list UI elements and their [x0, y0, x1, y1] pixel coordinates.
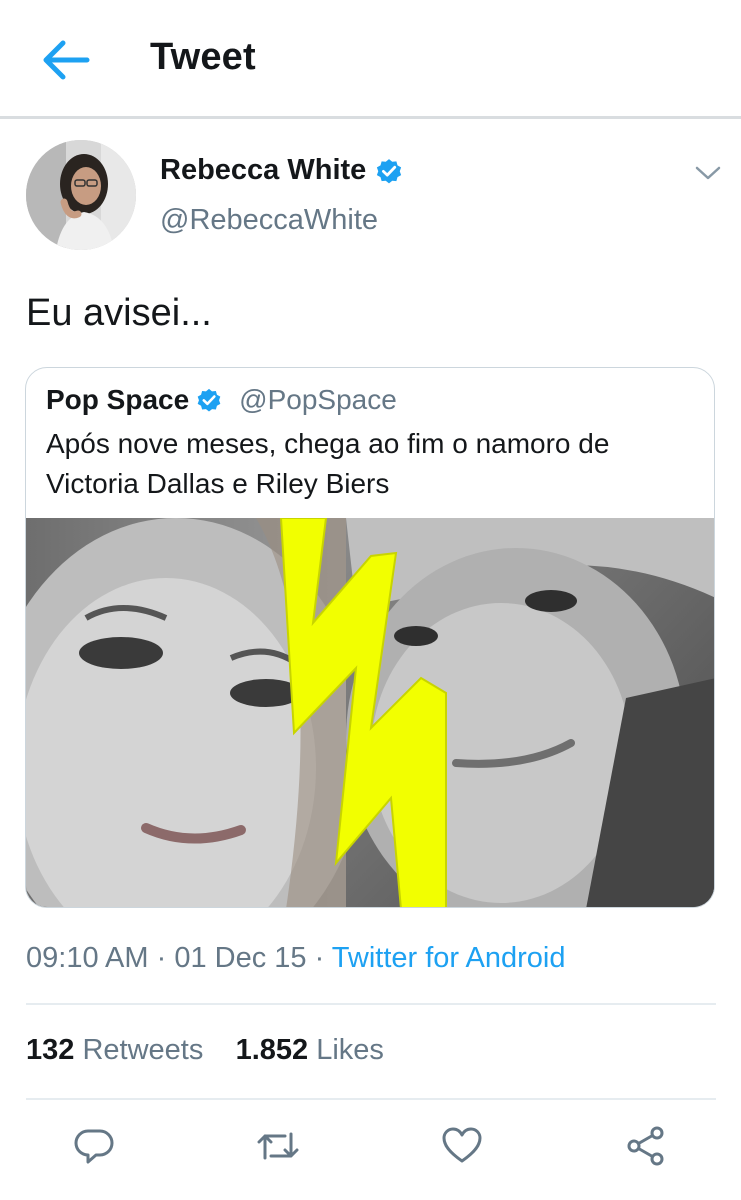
tweet-date: 01 Dec 15 [174, 942, 307, 974]
author-handle[interactable]: @RebeccaWhite [160, 204, 378, 237]
like-icon [442, 1127, 482, 1163]
avatar[interactable] [26, 140, 136, 250]
retweet-button[interactable] [248, 1118, 308, 1174]
action-bar [0, 1118, 741, 1178]
tweet-source-link[interactable]: Twitter for Android [332, 942, 566, 974]
meta-separator: · [306, 942, 332, 974]
divider [26, 1098, 716, 1100]
meta-separator: · [148, 942, 175, 974]
reply-button[interactable] [64, 1118, 124, 1174]
tweet-timestamp: 09:10 AM · 01 Dec 15 · Twitter for Andro… [26, 942, 565, 975]
share-icon [627, 1126, 664, 1166]
like-button[interactable] [432, 1118, 492, 1174]
author-name[interactable]: Rebecca White [160, 154, 404, 187]
quoted-author-name: Pop Space [46, 384, 190, 415]
likes-count: 1.852 [235, 1034, 309, 1066]
author-name-text: Rebecca White [160, 154, 367, 186]
tweet-text: Eu avisei... [26, 292, 212, 334]
likes-label: Likes [316, 1034, 384, 1066]
page-title: Tweet [150, 36, 256, 78]
retweets-stat[interactable]: 132 Retweets [26, 1034, 203, 1066]
likes-stat[interactable]: 1.852 Likes [236, 1034, 384, 1066]
quoted-tweet-header: Pop Space @PopSpace [46, 384, 397, 416]
verified-badge-icon [197, 388, 221, 412]
reply-icon [74, 1129, 114, 1164]
back-button[interactable] [36, 34, 96, 86]
tweet-stats: 132 Retweets 1.852 Likes [26, 1034, 384, 1067]
retweets-count: 132 [26, 1034, 75, 1066]
tweet-time: 09:10 AM [26, 942, 149, 974]
quoted-tweet-text: Após nove meses, chega ao fim o namoro d… [46, 428, 610, 499]
back-arrow-icon [43, 40, 90, 80]
divider [26, 1003, 716, 1005]
retweet-icon [257, 1132, 299, 1160]
verified-badge-icon [377, 158, 402, 183]
share-button[interactable] [616, 1118, 676, 1174]
top-bar: Tweet [0, 0, 741, 119]
quoted-tweet[interactable]: Pop Space @PopSpace Após nove meses, che… [25, 367, 715, 908]
quoted-author-handle: @PopSpace [239, 384, 397, 415]
tweet-options-button[interactable] [690, 158, 726, 188]
chevron-down-icon [695, 166, 721, 180]
retweets-label: Retweets [82, 1034, 204, 1066]
quoted-tweet-photo[interactable] [26, 518, 715, 908]
